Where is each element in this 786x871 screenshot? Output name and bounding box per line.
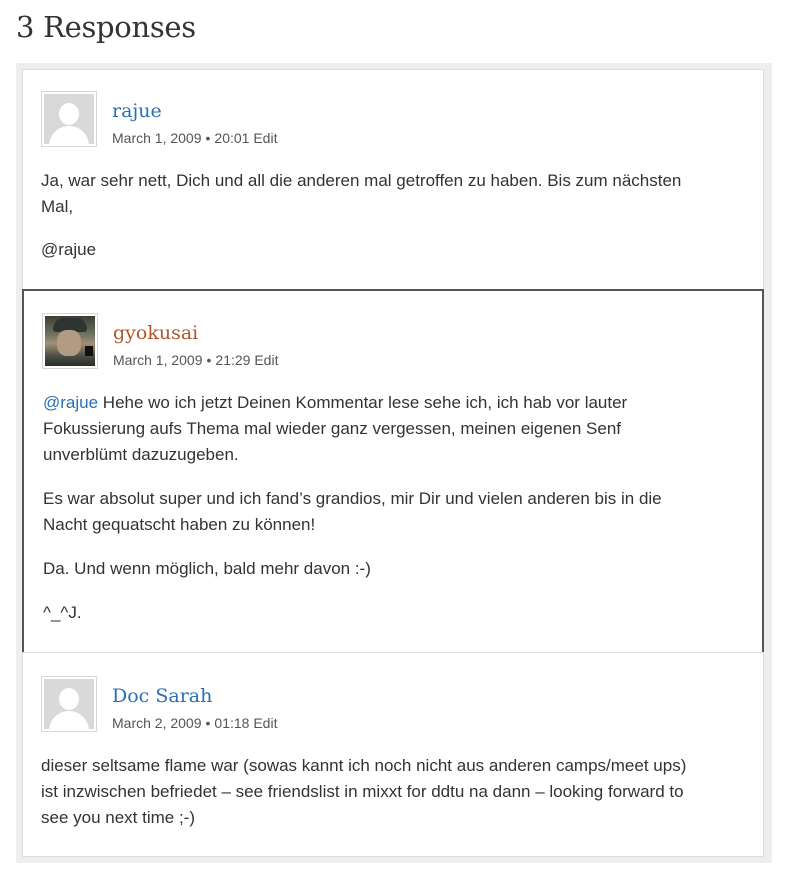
- mention-link[interactable]: @rajue: [43, 393, 98, 412]
- avatar: [41, 676, 97, 732]
- comment-rajue: rajue March 1, 2009 • 20:01 Edit Ja, war s…: [22, 69, 764, 291]
- comment-text-line: dieser seltsame flame war (sowas kannt i…: [41, 756, 687, 775]
- comment-text-line: unverblümt dazuzugeben.: [43, 445, 239, 464]
- comment-text-line: @rajue Hehe wo ich jetzt Deinen Kommenta…: [43, 393, 628, 412]
- comment-time[interactable]: 01:18: [214, 715, 249, 731]
- avatar: [42, 313, 98, 369]
- comment-text-line: Da. Und wenn möglich, bald mehr davon :-…: [43, 559, 371, 578]
- comment-time[interactable]: 20:01: [214, 130, 249, 146]
- comment-body: dieser seltsame flame war (sowas kannt i…: [41, 753, 756, 831]
- comment-text-line: ^_^J.: [43, 603, 82, 622]
- comment-date[interactable]: March 1, 2009: [112, 130, 202, 146]
- comment-author-link[interactable]: gyokusai: [113, 322, 198, 344]
- comment-author-link[interactable]: rajue: [112, 100, 162, 122]
- avatar: [41, 91, 97, 147]
- comment-author-link[interactable]: Doc Sarah: [112, 685, 212, 707]
- default-avatar-icon: [44, 679, 94, 729]
- comment-body: Ja, war sehr nett, Dich und all die ande…: [41, 168, 751, 263]
- comment-time[interactable]: 21:29: [215, 352, 250, 368]
- comment-text-line: Es war absolut super und ich fand’s gran…: [43, 489, 662, 508]
- comment-body: @rajue Hehe wo ich jetzt Deinen Kommenta…: [43, 390, 753, 626]
- comment-text-line: Ja, war sehr nett, Dich und all die ande…: [41, 171, 682, 190]
- comment-doc-sarah: Doc Sarah March 2, 2009 • 01:18 Edit diese…: [22, 652, 764, 857]
- default-avatar-icon: [44, 94, 94, 144]
- edit-link[interactable]: Edit: [253, 130, 277, 146]
- comment-text-line: Fokussierung aufs Thema mal wieder ganz …: [43, 419, 622, 438]
- comment-text-line: Nacht gequatscht haben zu können!: [43, 515, 316, 534]
- comment-text-line: Mal,: [41, 197, 74, 216]
- edit-link[interactable]: Edit: [254, 352, 278, 368]
- comment-text-line: see you next time ;-): [41, 808, 196, 827]
- comment-text-line: @rajue: [41, 240, 97, 259]
- responses-heading: 3 Responses: [16, 10, 196, 44]
- comment-meta: March 1, 2009 • 20:01 Edit: [112, 130, 278, 146]
- user-photo-icon: [45, 316, 95, 366]
- comment-meta: March 1, 2009 • 21:29 Edit: [113, 352, 279, 368]
- comment-text-line: ist inzwischen befriedet – see friendsli…: [41, 782, 684, 801]
- comment-date[interactable]: March 1, 2009: [113, 352, 203, 368]
- comment-meta: March 2, 2009 • 01:18 Edit: [112, 715, 278, 731]
- comment-date[interactable]: March 2, 2009: [112, 715, 202, 731]
- edit-link[interactable]: Edit: [253, 715, 277, 731]
- comment-gyokusai: gyokusai March 1, 2009 • 21:29 Edit @rajue…: [22, 289, 764, 654]
